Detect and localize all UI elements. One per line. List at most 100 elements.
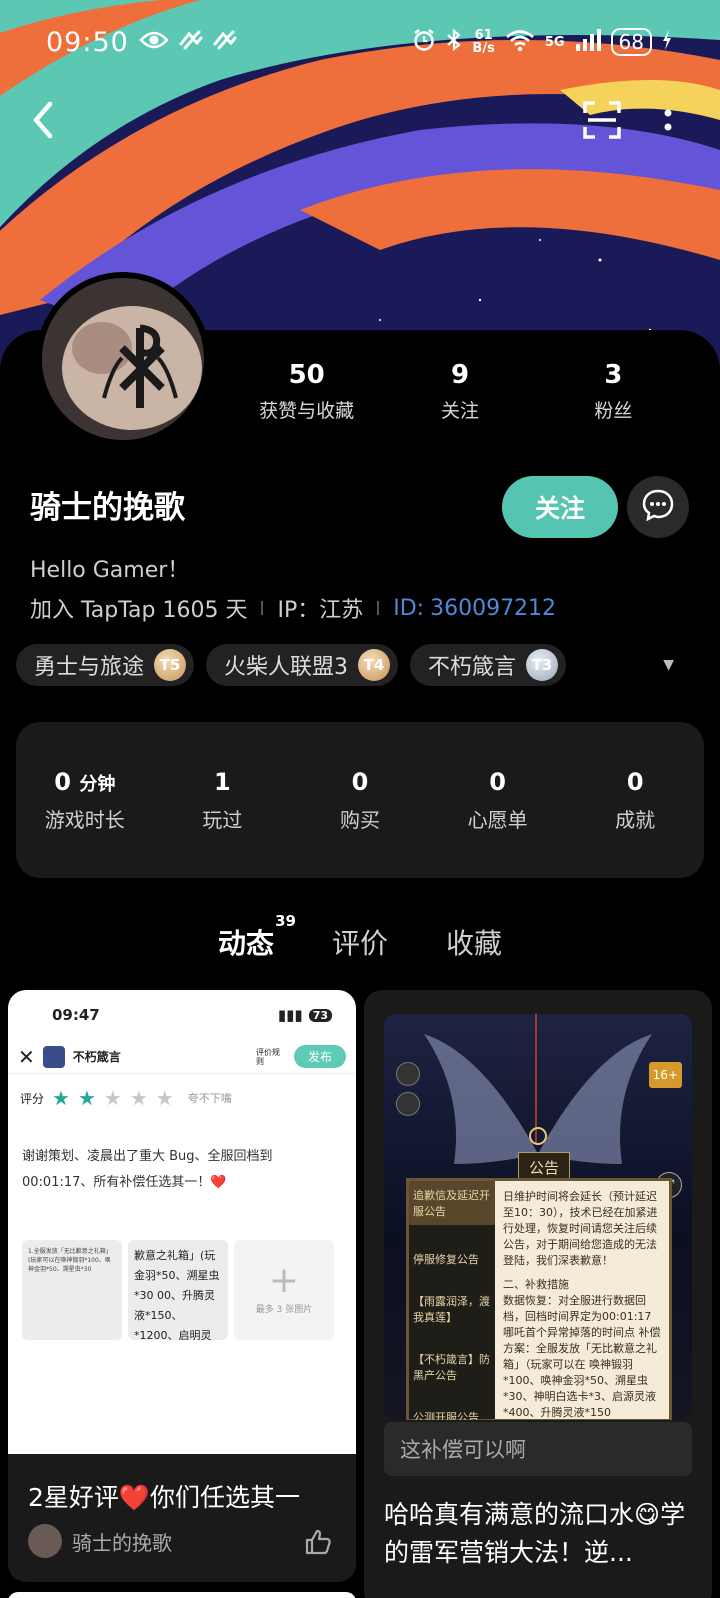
game-stat-playtime[interactable]: 0 分钟 游戏时长	[16, 768, 154, 833]
game-badge[interactable]: 火柴人联盟3 T4	[206, 644, 399, 686]
embedded-rules: 评价规则	[255, 1047, 280, 1066]
game-badge[interactable]: 不朽箴言 T3	[410, 644, 567, 686]
badge-label: 勇士与旅途	[34, 655, 145, 680]
stat-following[interactable]: 9 关注	[383, 360, 536, 423]
expand-caret-icon[interactable]: ▼	[663, 644, 674, 686]
stat-label: 玩过	[202, 807, 243, 832]
battery-indicator: 68	[610, 28, 652, 56]
avatar	[28, 1524, 62, 1558]
star-icon: ★	[155, 1086, 174, 1110]
user-circle-icon	[396, 1092, 420, 1116]
stat-number: 0	[489, 767, 506, 796]
stat-followers[interactable]: 3 粉丝	[537, 360, 690, 423]
notice-menu-item: 【不朽箴言】防黑产公告	[413, 1353, 490, 1382]
age-rating: 16+	[648, 1062, 682, 1088]
stat-number: 1	[214, 767, 231, 796]
divider	[261, 601, 264, 615]
stat-label: 购买	[339, 807, 380, 832]
stat-unit: 分钟	[79, 773, 116, 795]
stat-label: 关注	[440, 400, 479, 422]
stat-label: 心愿单	[467, 807, 528, 832]
status-bar: 09:50 61 B/s 5G 68	[46, 22, 672, 62]
thumbs-up-icon[interactable]	[304, 1528, 332, 1560]
stat-label: 成就	[615, 807, 656, 832]
stat-label: 获赞与收藏	[259, 400, 355, 422]
post-card[interactable]: 16+ 公告 ⤢ 追歉信及延迟开服公告 停服修复公告 【雨露润泽，渡我真莲】 【…	[364, 990, 712, 1598]
user-id-label: ID:	[393, 595, 425, 621]
game-stat-purchased[interactable]: 0 购买	[291, 768, 429, 833]
embedded-review-text: 谢谢策划、凌晨出了重大 Bug、全服回档到 00:01:17、所有补偿任选其一！…	[22, 1149, 273, 1190]
user-id-value[interactable]: 360097212	[430, 596, 556, 621]
chat-bubble-icon	[641, 488, 675, 526]
ip-location: IP：江苏	[277, 598, 364, 623]
game-badges: 勇士与旅途 T5 火柴人联盟3 T4 不朽箴言 T3 ▼	[16, 644, 704, 686]
tab-label: 动态	[217, 927, 274, 960]
profile-meta: 加入 TapTap 1605 天 IP：江苏 ID: 360097212	[30, 592, 556, 624]
game-stats-panel: 0 分钟 游戏时长 1 玩过 0 购买 0 心愿单 0 成就	[16, 722, 704, 878]
embedded-thumbnail: 1.全服发放「无比歉意之礼箱」(玩家可以在唤神锻羽*100、唤神金羽*50、溯星…	[22, 1240, 122, 1340]
post-image: 16+ 公告 ⤢ 追歉信及延迟开服公告 停服修复公告 【雨露润泽，渡我真莲】 【…	[384, 1014, 692, 1420]
post-card[interactable]: 09:47 ▮▮▮ 73 ✕ 不朽箴言 评价规则 发布 评分 ★ ★ ★ ★ ★…	[8, 990, 356, 1582]
signal-icon: ▮▮▮	[277, 1006, 303, 1024]
join-days: 加入 TapTap 1605 天	[30, 598, 248, 623]
profile-bio: Hello Gamer！	[30, 558, 190, 583]
wifi-icon	[505, 28, 535, 56]
stat-label: 游戏时长	[44, 807, 125, 832]
message-button[interactable]	[627, 476, 689, 538]
embedded-publish: 发布	[293, 1045, 346, 1068]
game-stat-played[interactable]: 1 玩过	[154, 768, 292, 833]
tab-posts[interactable]: 动态 39	[217, 912, 296, 966]
embedded-toolbar: ✕ 不朽箴言 评价规则 发布	[8, 1040, 356, 1074]
add-image-slot: + 最多 3 张图片	[234, 1240, 334, 1340]
alarm-icon	[412, 28, 436, 56]
embedded-time: 09:47	[52, 1006, 100, 1024]
divider	[377, 601, 380, 615]
stat-label: 粉丝	[594, 400, 633, 422]
medal-icon: T4	[358, 649, 391, 681]
stat-number: 3	[604, 360, 623, 390]
more-options-icon[interactable]	[664, 105, 672, 139]
stat-number: 0	[54, 767, 71, 796]
avatar[interactable]	[36, 272, 210, 446]
circle-icon	[396, 1062, 420, 1086]
app-notification-icon	[179, 27, 203, 57]
badge-label: 不朽箴言	[428, 655, 517, 680]
profile-stats: 50 获赞与收藏 9 关注 3 粉丝	[230, 360, 690, 423]
network-speed: 61 B/s	[472, 28, 495, 56]
game-stat-achievements[interactable]: 0 成就	[566, 768, 704, 833]
post-title: 哈哈真有满意的流口水😋学的雷军营销大法！逆...	[384, 1500, 686, 1567]
scan-icon[interactable]	[582, 100, 622, 144]
status-time: 09:50	[46, 26, 129, 58]
stat-likes[interactable]: 50 获赞与收藏	[230, 360, 383, 423]
plus-icon: +	[268, 1259, 300, 1301]
game-stat-wishlist[interactable]: 0 心愿单	[429, 768, 567, 833]
username: 骑士的挽歌	[30, 490, 185, 526]
close-icon: ✕	[18, 1044, 35, 1069]
content-tabs: 动态 39 评价 收藏	[0, 912, 720, 966]
game-badge[interactable]: 勇士与旅途 T5	[16, 644, 195, 686]
notice-menu-item: 公测开服公告	[413, 1411, 479, 1420]
embedded-status-bar: 09:47 ▮▮▮ 73	[8, 990, 356, 1040]
top-navigation	[30, 98, 672, 146]
signal-type: 5G	[544, 34, 565, 50]
medal-icon: T3	[526, 649, 559, 681]
notice-menu: 追歉信及延迟开服公告 停服修复公告 【雨露润泽，渡我真莲】 【不朽箴言】防黑产公…	[409, 1181, 495, 1420]
post-image: 09:47 ▮▮▮ 73 ✕ 不朽箴言 评价规则 发布 评分 ★ ★ ★ ★ ★…	[8, 990, 356, 1454]
post-author[interactable]: 骑士的挽歌	[28, 1524, 172, 1558]
star-icon: ★	[77, 1086, 96, 1110]
tab-label: 评价	[331, 927, 388, 960]
app-notification-icon	[213, 27, 237, 57]
medal-icon: T5	[154, 649, 187, 681]
stat-number: 0	[626, 767, 644, 796]
embedded-images: 1.全服发放「无比歉意之礼箱」(玩家可以在唤神锻羽*100、唤神金羽*50、溯星…	[22, 1240, 334, 1340]
eye-icon	[139, 27, 169, 57]
back-icon[interactable]	[30, 100, 56, 144]
embedded-game-name: 不朽箴言	[72, 1050, 121, 1064]
notice-body: 日维护时间将会延长（预计延迟至10：30），技术已经在加紧进行处理，恢复时间请您…	[503, 1190, 661, 1419]
tab-reviews[interactable]: 评价	[332, 922, 388, 962]
notice-board: 追歉信及延迟开服公告 停服修复公告 【雨露润泽，渡我真莲】 【不朽箴言】防黑产公…	[406, 1178, 672, 1420]
follow-button[interactable]: 关注	[502, 476, 618, 538]
star-icon: ★	[129, 1086, 148, 1110]
tab-favorites[interactable]: 收藏	[446, 922, 502, 962]
next-post-card[interactable]	[8, 1592, 356, 1598]
